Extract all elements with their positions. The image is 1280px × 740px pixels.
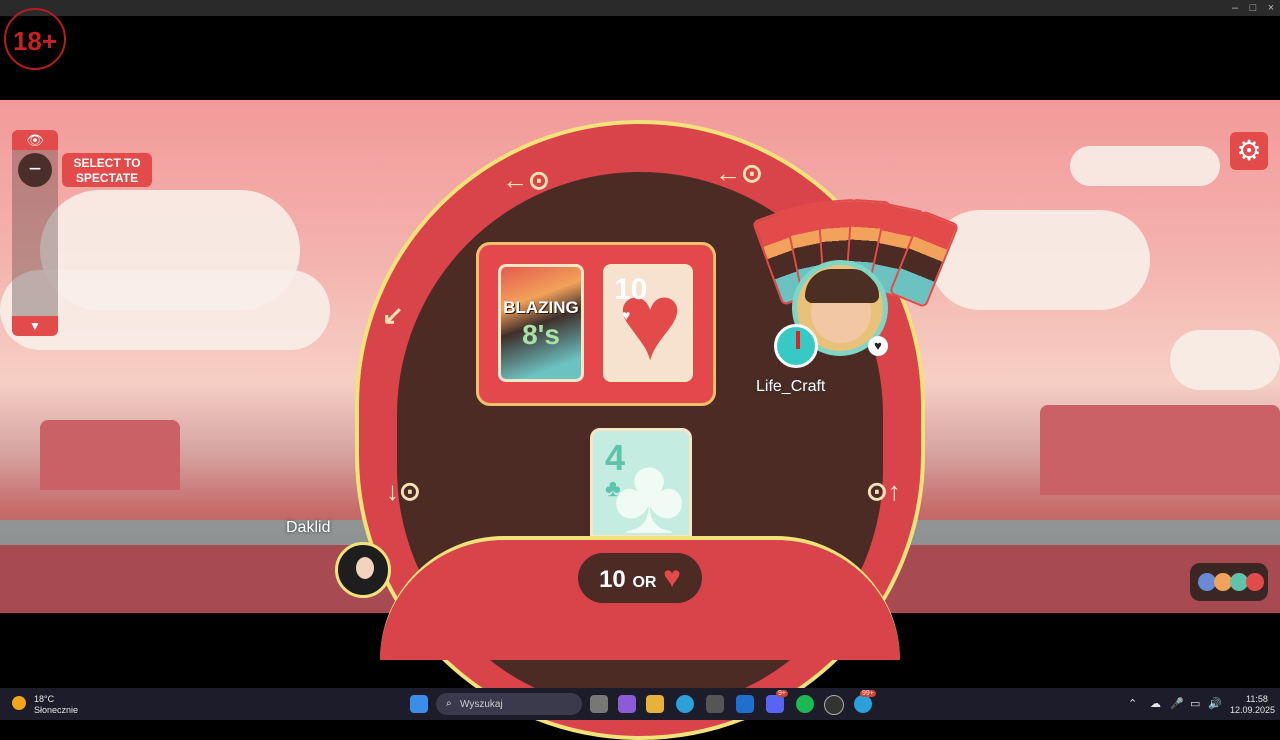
taskbar	[0, 688, 1280, 720]
color-options-button[interactable]	[1190, 563, 1268, 601]
avatar-hair	[805, 269, 879, 303]
player-hand-card[interactable]: ♣ 4 ♣	[590, 428, 692, 538]
network-icon[interactable]: ▭	[1190, 697, 1200, 710]
microphone-icon[interactable]: 🎤	[1170, 697, 1184, 710]
color-dot	[1246, 573, 1264, 591]
call-or: OR	[632, 574, 657, 591]
task-view-icon[interactable]	[590, 695, 608, 713]
card-rank: 4	[605, 437, 626, 478]
collapse-spectate-button[interactable]: −	[18, 153, 52, 187]
minimize-button[interactable]: –	[1226, 1, 1244, 15]
clock-time[interactable]: 11:58	[1246, 694, 1268, 704]
call-rank: 10	[599, 566, 626, 593]
opponent-name: Life_Craft	[756, 378, 826, 395]
card-suit: ♣	[605, 475, 621, 502]
deck-logo-number: 8's	[522, 319, 560, 350]
call-card-button[interactable]: 10 OR ♥	[578, 553, 702, 603]
direction-arrow-icon: ↓⊙	[386, 476, 421, 506]
telegram-icon[interactable]	[854, 695, 872, 713]
store-icon[interactable]	[706, 695, 724, 713]
chevron-up-icon[interactable]: ⌃	[1128, 697, 1137, 710]
weather-desc: Słonecznie	[34, 705, 79, 715]
outlook-icon[interactable]	[736, 695, 754, 713]
mesa-rock	[40, 420, 180, 490]
chevron-down-icon[interactable]: ▼	[12, 316, 58, 336]
spotify-icon[interactable]	[796, 695, 814, 713]
turn-timer-icon	[774, 324, 818, 368]
direction-arrow-icon: ⊙↑	[866, 476, 901, 506]
search-input[interactable]	[436, 693, 582, 715]
player-avatar[interactable]	[335, 542, 391, 598]
app-icon[interactable]	[824, 695, 844, 715]
heart-icon: ♥	[663, 561, 681, 594]
maximize-button[interactable]: □	[1244, 1, 1262, 15]
age-rating-badge: 18+	[4, 8, 66, 70]
clock-date[interactable]: 12.09.2025	[1230, 705, 1275, 715]
edge-icon[interactable]	[676, 695, 694, 713]
discord-icon[interactable]	[766, 695, 784, 713]
cloud	[930, 210, 1150, 310]
cloud	[1170, 330, 1280, 390]
file-explorer-icon[interactable]	[646, 695, 664, 713]
close-button[interactable]: ×	[1262, 1, 1280, 15]
card-rank: 10	[614, 273, 648, 306]
volume-icon[interactable]: 🔊	[1208, 697, 1222, 710]
weather-temp: 18°C	[34, 694, 55, 704]
cloud	[1070, 146, 1220, 186]
heart-icon: ♥	[868, 336, 888, 356]
discord-badge: 9+	[776, 690, 788, 697]
telegram-badge: 99+	[860, 690, 876, 697]
mesa-rock	[1040, 405, 1280, 495]
player-name: Daklid	[286, 519, 331, 536]
direction-arrow-icon: ←⊙	[502, 165, 550, 195]
select-to-spectate-label[interactable]: SELECT TO SPECTATE	[62, 153, 152, 187]
copilot-icon[interactable]	[618, 695, 636, 713]
search-placeholder: Wyszukaj	[460, 699, 503, 710]
avatar-face	[356, 557, 374, 579]
weather-icon[interactable]	[12, 696, 26, 710]
direction-arrow-icon: ↙	[382, 300, 404, 330]
onedrive-icon[interactable]: ☁	[1150, 697, 1161, 710]
start-icon[interactable]	[410, 695, 428, 713]
window-titlebar: – □ ×	[0, 0, 1280, 16]
search-icon: ⌕	[446, 698, 452, 709]
deck-logo-text: BLAZING	[503, 298, 579, 317]
discard-top-card: ♥ 10 ♥	[603, 264, 693, 382]
draw-deck[interactable]: BLAZING 8's	[498, 264, 584, 382]
eye-icon[interactable]: 👁	[12, 130, 58, 150]
card-suit: ♥	[622, 307, 631, 323]
direction-arrow-icon: ←⊙	[715, 158, 763, 188]
gear-icon[interactable]: ⚙	[1230, 132, 1268, 170]
